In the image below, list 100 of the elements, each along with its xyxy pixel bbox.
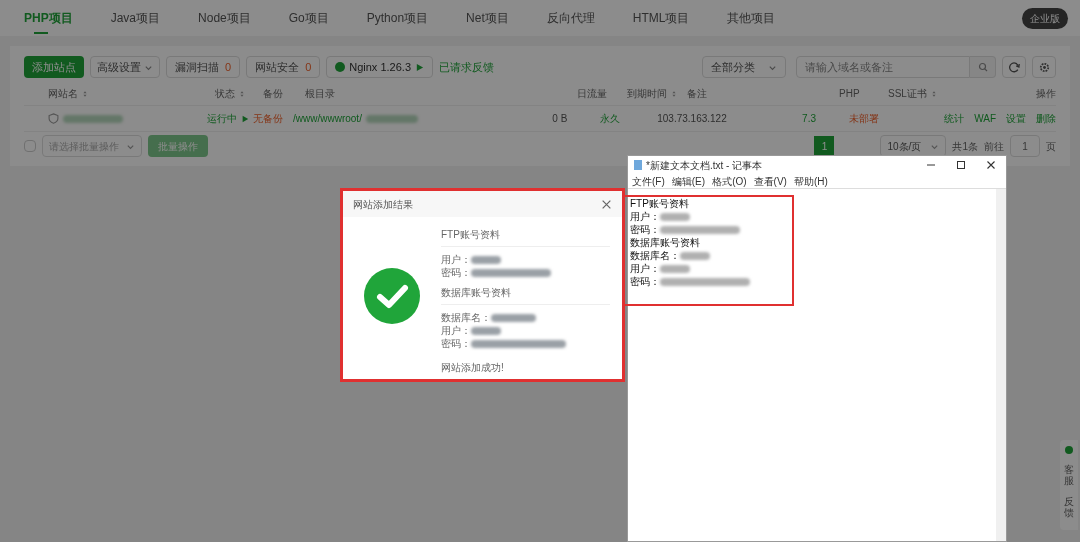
column-header[interactable]: 备注	[687, 86, 707, 101]
table-cell-text: 103.73.163.122	[657, 112, 727, 126]
column-header[interactable]: 网站名	[48, 86, 78, 101]
sort-icon[interactable]	[81, 89, 89, 98]
tab[interactable]: HTML项目	[628, 0, 694, 36]
text-line: 密码：	[630, 223, 660, 236]
menu-item[interactable]: 格式(O)	[712, 173, 747, 189]
nginx-icon	[335, 62, 346, 72]
play-icon	[415, 62, 424, 72]
tab[interactable]: Net项目	[462, 0, 513, 36]
sort-icon[interactable]	[670, 89, 678, 98]
close-icon	[986, 160, 996, 170]
php-version-link[interactable]: 7.3	[802, 111, 816, 126]
select-label: 高级设置	[97, 59, 141, 75]
redacted-value	[680, 251, 710, 260]
play-icon[interactable]	[241, 114, 250, 123]
count-label: 0	[305, 59, 312, 75]
feedback-link[interactable]: 已请求反馈	[439, 58, 494, 76]
category-select[interactable]: 全部分类	[702, 56, 786, 78]
column-header[interactable]: 日流量	[577, 86, 607, 101]
chat-icon	[1065, 446, 1073, 454]
page-unit-label: 页	[1046, 139, 1056, 154]
side-tab[interactable]: 客服	[1064, 464, 1074, 486]
dialog-title: 网站添加结果	[353, 197, 413, 212]
tab[interactable]: PHP项目	[20, 0, 77, 36]
action-link[interactable]: 删除	[1036, 111, 1056, 126]
section-heading: FTP账号资料	[441, 227, 610, 247]
menu-item[interactable]: 文件(F)	[632, 173, 665, 189]
select-label: 10条/页	[887, 139, 922, 154]
tab[interactable]: Python项目	[362, 0, 433, 36]
field-label: 用户：	[441, 253, 471, 267]
column-header[interactable]: 状态	[215, 86, 235, 101]
text-line: 数据库名：	[630, 249, 680, 262]
column-header[interactable]: SSL证书	[888, 86, 927, 101]
checkbox[interactable]	[24, 140, 36, 152]
menu-item[interactable]: 帮助(H)	[793, 173, 828, 189]
field-label: 用户：	[441, 324, 471, 338]
field-label: 密码：	[441, 266, 471, 280]
settings-icon	[1038, 61, 1050, 73]
action-link[interactable]: 统计	[944, 111, 965, 126]
redacted-value	[471, 326, 501, 335]
total-label: 共1条	[952, 139, 978, 154]
add-site-button[interactable]: 添加站点	[24, 56, 84, 78]
expiry-link[interactable]: 永久	[600, 111, 620, 126]
menu-item[interactable]: 编辑(E)	[671, 173, 706, 189]
tab[interactable]: Java项目	[106, 0, 165, 36]
tab[interactable]: 其他项目	[723, 0, 780, 36]
tab[interactable]: 反向代理	[542, 0, 599, 36]
tab[interactable]: Node项目	[194, 0, 255, 36]
button-label: Nginx 1.26.3	[349, 59, 411, 75]
table-cell-text: 0 B	[552, 112, 568, 126]
redacted-value	[63, 114, 123, 123]
tab[interactable]: Go项目	[284, 0, 333, 36]
status-label[interactable]: 运行中	[207, 111, 238, 126]
root-path-link[interactable]: /www/wwwroot/	[293, 111, 362, 126]
maximize-icon	[956, 160, 966, 170]
count-label: 0	[225, 59, 232, 75]
column-header[interactable]: 到期时间	[627, 86, 667, 101]
scrollbar[interactable]	[996, 189, 1006, 541]
redacted-value	[471, 255, 501, 264]
settings-button[interactable]	[1032, 56, 1056, 78]
counter-button[interactable]: 漏洞扫描 0	[166, 56, 241, 78]
refresh-icon	[1008, 61, 1020, 73]
search-field[interactable]: 请输入域名或备注	[796, 56, 970, 78]
sort-icon[interactable]	[238, 89, 246, 98]
close-button[interactable]	[601, 198, 612, 210]
menu-item[interactable]: 查看(V)	[753, 173, 787, 189]
search-icon	[977, 62, 988, 72]
action-link[interactable]: WAF	[974, 111, 996, 126]
text-area[interactable]: FTP账号资料 用户： 密码： 数据库账号资料 数据库名： 用户： 密码：	[628, 189, 996, 541]
ssl-status-link[interactable]: 未部署	[848, 111, 879, 126]
column-header[interactable]: 操作	[1036, 86, 1056, 101]
success-message: 网站添加成功!	[441, 361, 505, 375]
column-header[interactable]: 备份	[263, 86, 283, 101]
counter-button[interactable]: 网站安全 0	[246, 56, 321, 78]
button-label: 网站安全	[255, 59, 300, 75]
field-label: 密码：	[441, 337, 471, 351]
goto-label: 前往	[984, 139, 1004, 154]
column-header[interactable]: PHP	[839, 86, 860, 101]
backup-status[interactable]: 无备份	[252, 111, 283, 126]
settings-select[interactable]: 高级设置	[90, 56, 160, 78]
search-button[interactable]	[970, 56, 996, 78]
shield-icon	[48, 113, 59, 124]
page-input[interactable]: 1	[1010, 135, 1040, 157]
refresh-button[interactable]	[1002, 56, 1026, 78]
nginx-button[interactable]: Nginx 1.26.3	[326, 56, 433, 78]
redacted-value	[365, 114, 418, 123]
field-label: 数据库名：	[441, 311, 491, 325]
action-link[interactable]: 设置	[1006, 111, 1026, 126]
column-header[interactable]: 根目录	[305, 86, 335, 101]
text-line: 用户：	[630, 262, 660, 275]
section-heading: 数据库账号资料	[441, 285, 610, 305]
text-line: FTP账号资料	[630, 197, 689, 210]
redacted-value	[660, 212, 690, 221]
edition-badge[interactable]: 企业版	[1022, 7, 1068, 29]
page-button[interactable]: 1	[814, 136, 835, 156]
redacted-value	[660, 264, 690, 273]
button-label: 漏洞扫描	[175, 59, 219, 75]
side-tab[interactable]: 反馈	[1064, 496, 1074, 518]
text-line: 数据库账号资料	[630, 236, 700, 249]
